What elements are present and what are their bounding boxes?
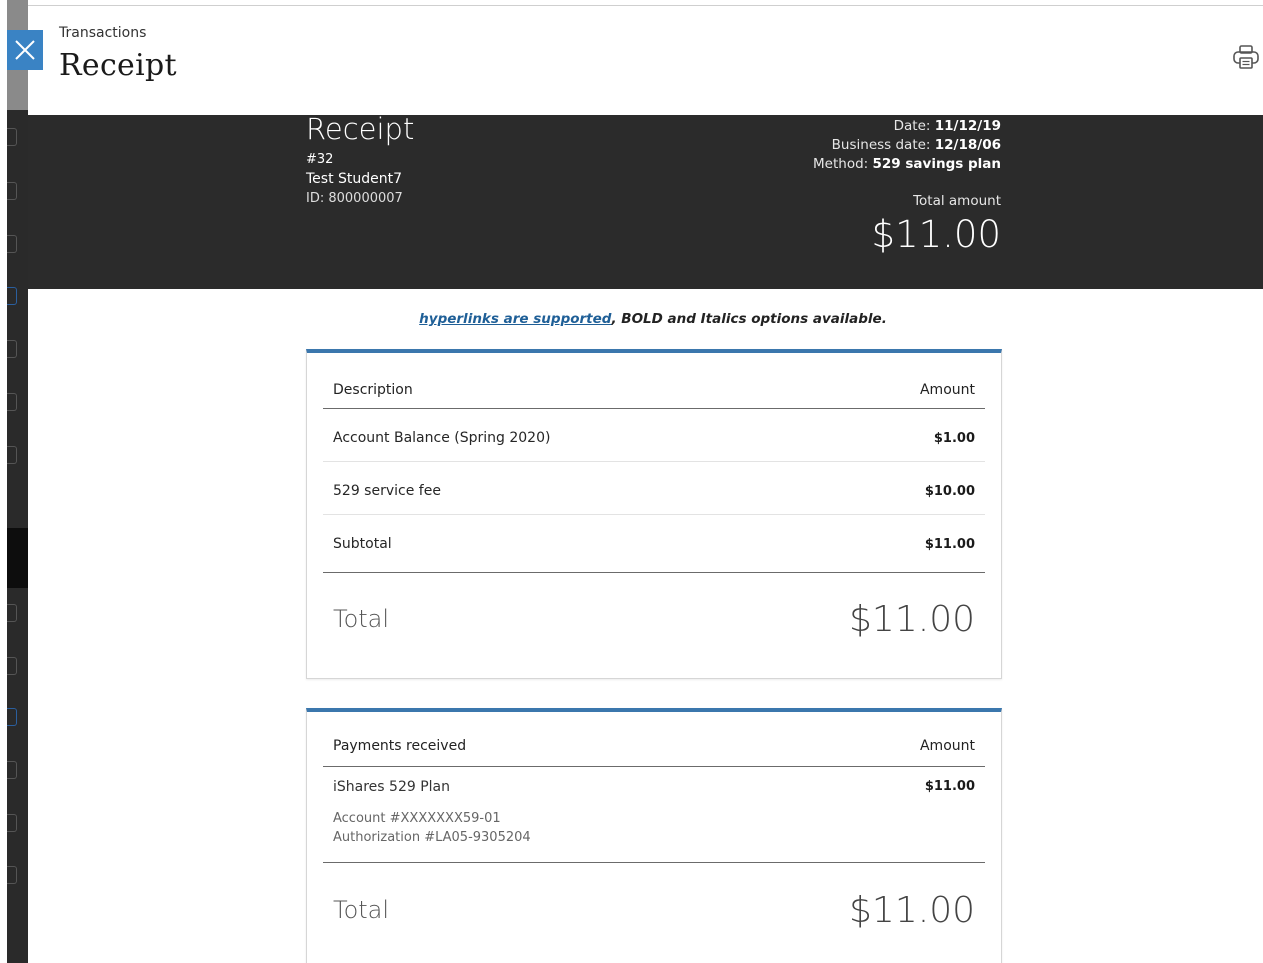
sidebar-receipt-icon-2[interactable] bbox=[7, 708, 17, 726]
note-hyperlink[interactable]: hyperlinks are supported bbox=[419, 311, 611, 327]
print-button[interactable] bbox=[1232, 44, 1260, 70]
charge-amount: $10.00 bbox=[924, 483, 975, 499]
charge-description: Account Balance (Spring 2020) bbox=[333, 430, 551, 446]
payments-card: Payments received Amount iShares 529 Pla… bbox=[306, 708, 1002, 963]
charges-card: Description Amount Account Balance (Spri… bbox=[306, 349, 1002, 679]
payments-total-divider bbox=[323, 862, 985, 863]
sidebar-logout-icon[interactable] bbox=[7, 446, 17, 464]
payments-description-header: Payments received bbox=[333, 738, 467, 754]
business-date-value: 12/18/06 bbox=[934, 137, 1001, 153]
payment-method: Method: 529 savings plan bbox=[813, 155, 1001, 174]
sidebar-document-icon[interactable] bbox=[7, 182, 17, 200]
breadcrumb[interactable]: Transactions bbox=[59, 25, 146, 41]
table-row: 529 service fee $10.00 bbox=[323, 478, 985, 504]
sidebar-document-icon-2[interactable] bbox=[7, 604, 17, 622]
table-row: Account Balance (Spring 2020) $1.00 bbox=[323, 425, 985, 451]
close-button[interactable] bbox=[7, 30, 43, 70]
sidebar-file-icon-2[interactable] bbox=[7, 761, 17, 779]
charges-description-header: Description bbox=[333, 382, 413, 398]
row-divider bbox=[323, 461, 985, 462]
charges-total-value: $11.00 bbox=[849, 598, 975, 640]
row-divider bbox=[323, 514, 985, 515]
receipt-date: Date: 11/12/19 bbox=[813, 117, 1001, 136]
receipt-header-band: Receipt #32 Test Student7 ID: 800000007 … bbox=[28, 112, 1263, 289]
close-icon bbox=[15, 40, 35, 60]
sidebar-rail-bar bbox=[7, 0, 28, 963]
list-item: iShares 529 Plan $11.00 bbox=[323, 779, 985, 805]
charge-description: 529 service fee bbox=[333, 483, 441, 499]
payments-total-label: Total bbox=[333, 896, 390, 924]
business-date-label: Business date: bbox=[831, 137, 931, 153]
page-title: Receipt bbox=[59, 48, 177, 83]
sidebar-list-icon[interactable] bbox=[7, 393, 17, 411]
receipt-note: hyperlinks are supported, BOLD and Itali… bbox=[0, 311, 1263, 327]
charges-total-label: Total bbox=[333, 605, 390, 633]
sidebar-divider bbox=[7, 528, 28, 588]
payment-authorization: Authorization #LA05-9305204 bbox=[333, 830, 531, 845]
receipt-meta: Date: 11/12/19 Business date: 12/18/06 M… bbox=[813, 117, 1001, 174]
charges-amount-header: Amount bbox=[919, 382, 975, 398]
note-italic-text: and Italics options available. bbox=[662, 311, 887, 327]
payments-amount-header: Amount bbox=[919, 738, 975, 754]
subtotal-row: Subtotal $11.00 bbox=[323, 531, 985, 557]
sidebar-person-icon[interactable] bbox=[7, 128, 17, 146]
payments-total-row: Total $11.00 bbox=[323, 884, 985, 936]
payment-name: iShares 529 Plan bbox=[333, 779, 450, 795]
subtotal-divider bbox=[323, 572, 985, 573]
sidebar-list-icon-2[interactable] bbox=[7, 814, 17, 832]
printer-icon bbox=[1233, 45, 1259, 69]
charges-header-row: Description Amount bbox=[323, 377, 985, 403]
payment-details: Account #XXXXXXX59-01 Authorization #LA0… bbox=[323, 809, 985, 851]
receipt-date-label: Date: bbox=[893, 118, 931, 134]
payments-total-value: $11.00 bbox=[849, 889, 975, 931]
charges-header-divider bbox=[323, 408, 985, 409]
payments-header-row: Payments received Amount bbox=[323, 733, 985, 759]
subtotal-value: $11.00 bbox=[924, 536, 975, 552]
receipt-date-value: 11/12/19 bbox=[934, 118, 1001, 134]
top-divider bbox=[28, 5, 1263, 6]
sidebar-briefcase-icon-2[interactable] bbox=[7, 657, 17, 675]
business-date: Business date: 12/18/06 bbox=[813, 136, 1001, 155]
payment-method-label: Method: bbox=[813, 156, 869, 172]
charge-amount: $1.00 bbox=[933, 430, 975, 446]
payments-header-divider bbox=[323, 766, 985, 767]
sidebar-receipt-icon[interactable] bbox=[7, 287, 17, 305]
total-amount-value: $11.00 bbox=[871, 213, 1001, 256]
sidebar-file-icon[interactable] bbox=[7, 340, 17, 358]
note-bold-text: , BOLD bbox=[611, 311, 663, 327]
charges-total-row: Total $11.00 bbox=[323, 593, 985, 645]
receipt-number: #32 bbox=[306, 152, 334, 167]
student-id: ID: 800000007 bbox=[306, 191, 403, 206]
payment-account: Account #XXXXXXX59-01 bbox=[333, 811, 501, 826]
subtotal-label: Subtotal bbox=[333, 536, 392, 552]
total-amount-label: Total amount bbox=[913, 193, 1001, 209]
app-sidebar-rail bbox=[0, 0, 28, 963]
sidebar-briefcase-icon[interactable] bbox=[7, 235, 17, 253]
payment-method-value: 529 savings plan bbox=[872, 156, 1001, 172]
receipt-title: Receipt bbox=[306, 112, 415, 146]
student-name: Test Student7 bbox=[306, 171, 403, 187]
payment-amount: $11.00 bbox=[924, 779, 975, 794]
sidebar-logout-icon-2[interactable] bbox=[7, 866, 17, 884]
